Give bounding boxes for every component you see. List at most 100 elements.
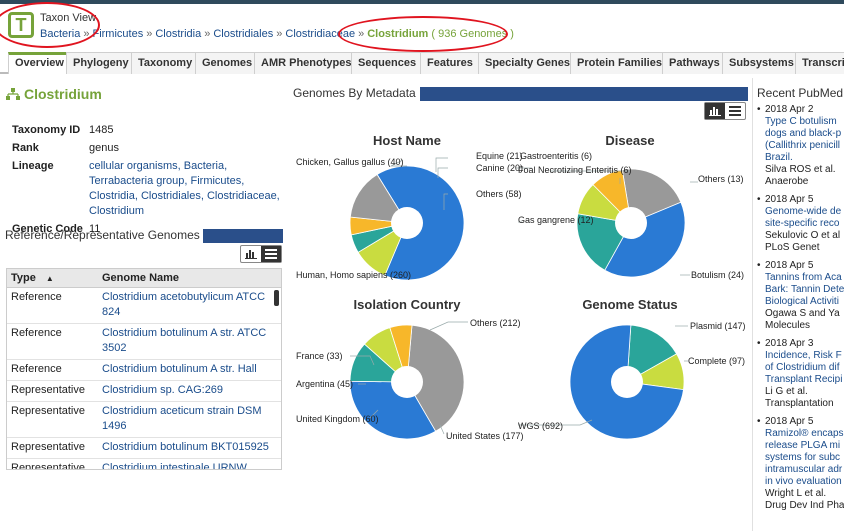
taxon-info-table: Taxonomy ID 1485 Rank genus Lineage cell… bbox=[12, 123, 292, 240]
pub-title[interactable]: systems for subc bbox=[765, 452, 844, 464]
tab-taxonomy[interactable]: Taxonomy bbox=[131, 52, 200, 74]
table-row[interactable]: Representative Clostridium aceticum stra… bbox=[7, 402, 281, 438]
pubmed-item[interactable]: 2018 Apr 3 Incidence, Risk F of Clostrid… bbox=[757, 338, 844, 410]
cell-genome-name[interactable]: Clostridium intestinale URNW bbox=[100, 461, 281, 469]
tab-pathways[interactable]: Pathways bbox=[662, 52, 727, 74]
pubmed-item[interactable]: 2018 Apr 5 Ramizol® encaps release PLGA … bbox=[757, 416, 844, 512]
cell-genome-name[interactable]: Clostridium botulinum A str. Hall bbox=[100, 362, 281, 377]
pie-label: Complete (97) bbox=[688, 356, 746, 366]
tab-overview[interactable]: Overview bbox=[8, 52, 71, 74]
column-divider bbox=[752, 78, 753, 531]
pub-title[interactable]: Tannins from Aca bbox=[765, 272, 844, 284]
cell-genome-name[interactable]: Clostridium aceticum strain DSM 1496 bbox=[100, 404, 281, 434]
pub-title[interactable]: Ramizol® encaps bbox=[765, 428, 844, 440]
pub-title[interactable]: Bark: Tannin Deter bbox=[765, 284, 844, 296]
sort-ascending-icon[interactable]: ▲ bbox=[46, 274, 54, 283]
breadcrumb-separator: » bbox=[146, 28, 153, 40]
ref-view-toggle bbox=[240, 245, 282, 263]
info-row-rank: Rank genus bbox=[12, 141, 292, 156]
info-row-taxonomy-id: Taxonomy ID 1485 bbox=[12, 123, 292, 138]
pub-title[interactable]: Biological Activiti bbox=[765, 296, 844, 308]
pub-title[interactable]: intramuscular adr bbox=[765, 464, 844, 476]
grid-header: Type ▲ Genome Name bbox=[7, 269, 281, 288]
info-value: 1485 bbox=[89, 124, 114, 136]
table-row[interactable]: Representative Clostridium intestinale U… bbox=[7, 459, 281, 469]
pub-date: 2018 Apr 5 bbox=[765, 260, 814, 271]
column-header-type-label: Type bbox=[11, 272, 36, 284]
table-row[interactable]: Representative Clostridium sp. CAG:269 bbox=[7, 381, 281, 402]
tab-transcriptomics[interactable]: Transcript bbox=[795, 52, 844, 74]
pub-title[interactable]: release PLGA mi bbox=[765, 440, 844, 452]
pie-label: Equine (21) bbox=[476, 151, 523, 161]
chart-view-icon[interactable] bbox=[241, 246, 261, 262]
cell-type: Reference bbox=[11, 327, 62, 339]
ref-genomes-title: Reference/Representative Genomes bbox=[5, 228, 200, 242]
metadata-title: Genomes By Metadata bbox=[293, 86, 416, 100]
pub-journal: Anaerobe bbox=[765, 176, 809, 187]
pub-title[interactable]: Genome-wide de bbox=[765, 206, 844, 218]
column-header-type[interactable]: Type ▲ bbox=[7, 269, 100, 287]
breadcrumb-item-clostridiales[interactable]: Clostridiales bbox=[213, 28, 273, 40]
pie-label: United Kingdom (60) bbox=[296, 414, 379, 424]
pub-title[interactable]: Brazil. bbox=[765, 152, 844, 164]
tab-genomes[interactable]: Genomes bbox=[195, 52, 260, 74]
pub-title[interactable]: dogs and black-p bbox=[765, 128, 844, 140]
tab-specialty-genes[interactable]: Specialty Genes bbox=[478, 52, 577, 74]
table-row[interactable]: Reference Clostridium botulinum A str. A… bbox=[7, 324, 281, 360]
column-header-genome-name[interactable]: Genome Name bbox=[100, 269, 281, 287]
info-key: Rank bbox=[12, 142, 39, 154]
chart-view-icon[interactable] bbox=[705, 103, 725, 119]
cell-type: Representative bbox=[11, 384, 85, 396]
info-key: Lineage bbox=[12, 160, 54, 172]
table-row[interactable]: Representative Clostridium botulinum BKT… bbox=[7, 438, 281, 459]
pie-label: Argentina (45) bbox=[296, 379, 354, 389]
pie-label: Others (212) bbox=[470, 318, 521, 328]
pub-title[interactable]: site-specific reco bbox=[765, 218, 844, 230]
pub-title[interactable]: in vivo evaluation bbox=[765, 476, 844, 488]
grid-scrollbar[interactable] bbox=[274, 290, 279, 306]
tab-phylogeny[interactable]: Phylogeny bbox=[66, 52, 136, 74]
tab-sequences[interactable]: Sequences bbox=[351, 52, 424, 74]
tab-amr-phenotypes[interactable]: AMR Phenotypes bbox=[254, 52, 359, 74]
breadcrumb-item-firmicutes[interactable]: Firmicutes bbox=[92, 28, 143, 40]
pie-label: Gas gangrene (12) bbox=[518, 215, 594, 225]
pubmed-item[interactable]: 2018 Apr 5 Tannins from Aca Bark: Tannin… bbox=[757, 260, 844, 332]
pub-authors: Ogawa S and Ya bbox=[765, 308, 840, 319]
table-row[interactable]: Reference Clostridium acetobutylicum ATC… bbox=[7, 288, 281, 324]
table-view-icon[interactable] bbox=[261, 246, 281, 262]
cell-genome-name[interactable]: Clostridium sp. CAG:269 bbox=[100, 383, 281, 398]
pub-title[interactable]: of Clostridium dif bbox=[765, 362, 844, 374]
pie-label: Chicken, Gallus gallus (40) bbox=[296, 157, 404, 167]
pub-title[interactable]: (Callithrix penicill bbox=[765, 140, 844, 152]
pub-authors: Li G et al. bbox=[765, 386, 808, 397]
pub-journal: PLoS Genet bbox=[765, 242, 820, 253]
pub-title[interactable]: Transplant Recipi bbox=[765, 374, 844, 386]
donut-hole bbox=[611, 366, 643, 398]
pub-title[interactable]: Type C botulism bbox=[765, 116, 844, 128]
pubmed-item[interactable]: 2018 Apr 2 Type C botulism dogs and blac… bbox=[757, 104, 844, 188]
cell-genome-name[interactable]: Clostridium acetobutylicum ATCC 824 bbox=[100, 290, 281, 320]
pie-host-name[interactable] bbox=[349, 165, 465, 281]
cell-type: Reference bbox=[11, 291, 62, 303]
tab-protein-families[interactable]: Protein Families bbox=[570, 52, 669, 74]
tab-features[interactable]: Features bbox=[420, 52, 480, 74]
ref-genomes-grid: Type ▲ Genome Name Reference Clostridium … bbox=[6, 268, 282, 470]
organism-name: Clostridium bbox=[24, 86, 102, 102]
pubmed-item[interactable]: 2018 Apr 5 Genome-wide de site-specific … bbox=[757, 194, 844, 254]
info-row-lineage: Lineage cellular organisms, Bacteria, Te… bbox=[12, 159, 292, 219]
lineage-links[interactable]: cellular organisms, Bacteria, Terrabacte… bbox=[89, 159, 292, 219]
breadcrumb-item-clostridia[interactable]: Clostridia bbox=[155, 28, 201, 40]
pub-journal: Drug Dev Ind Pha bbox=[765, 500, 844, 511]
lineage-value[interactable]: cellular organisms, Bacteria, Terrabacte… bbox=[89, 160, 280, 217]
table-row[interactable]: Reference Clostridium botulinum A str. H… bbox=[7, 360, 281, 381]
pub-date: 2018 Apr 5 bbox=[765, 416, 814, 427]
tab-subsystems[interactable]: Subsystems bbox=[722, 52, 801, 74]
pie-label: Others (58) bbox=[476, 189, 522, 199]
cell-genome-name[interactable]: Clostridium botulinum BKT015925 bbox=[100, 440, 281, 455]
cell-genome-name[interactable]: Clostridium botulinum A str. ATCC 3502 bbox=[100, 326, 281, 356]
pub-authors: Wright L et al. bbox=[765, 488, 827, 499]
pubmed-list: 2018 Apr 2 Type C botulism dogs and blac… bbox=[757, 104, 844, 518]
table-view-icon[interactable] bbox=[725, 103, 745, 119]
cell-type: Reference bbox=[11, 363, 62, 375]
pub-title[interactable]: Incidence, Risk F bbox=[765, 350, 844, 362]
